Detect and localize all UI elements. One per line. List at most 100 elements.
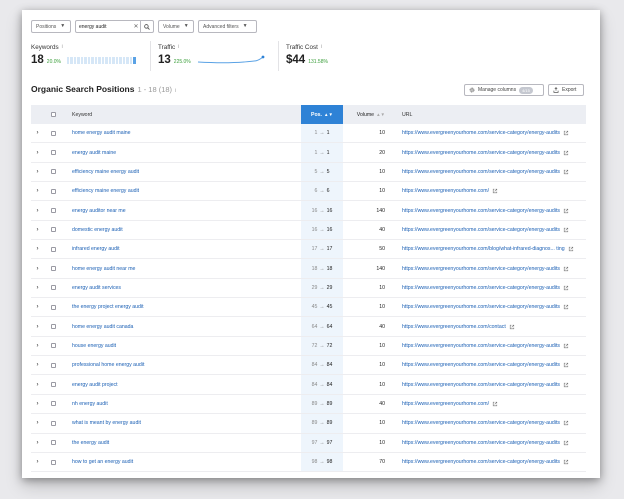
keyword-link[interactable]: professional home energy audit [63, 362, 301, 368]
info-icon[interactable]: i [321, 44, 322, 51]
keyword-link[interactable]: energy auditor near me [63, 208, 301, 214]
row-checkbox[interactable] [51, 440, 56, 446]
clear-search-icon[interactable]: ✕ [132, 23, 140, 30]
row-checkbox[interactable] [51, 459, 56, 465]
select-all-checkbox[interactable] [51, 112, 56, 117]
keyword-link[interactable]: domestic energy audit [63, 227, 301, 233]
manage-columns-button[interactable]: Manage columns 4/15 [464, 84, 544, 96]
keyword-link[interactable]: home energy audit maine [63, 130, 301, 136]
external-link-icon[interactable] [563, 382, 569, 388]
expand-row-icon[interactable]: › [31, 169, 44, 175]
expand-row-icon[interactable]: › [31, 440, 44, 446]
url-link[interactable]: https://www.evergreenyourhome.com/servic… [402, 227, 560, 233]
external-link-icon[interactable] [568, 246, 574, 252]
url-link[interactable]: https://www.evergreenyourhome.com/servic… [402, 382, 560, 388]
row-checkbox[interactable] [51, 169, 56, 175]
external-link-icon[interactable] [492, 188, 498, 194]
url-link[interactable]: https://www.evergreenyourhome.com/servic… [402, 130, 560, 136]
url-link[interactable]: https://www.evergreenyourhome.com/servic… [402, 420, 560, 426]
row-checkbox[interactable] [51, 266, 56, 272]
external-link-icon[interactable] [563, 208, 569, 214]
positions-filter-dropdown[interactable]: Positions ▼ [31, 20, 71, 33]
keyword-link[interactable]: home energy audit canada [63, 324, 301, 330]
external-link-icon[interactable] [563, 169, 569, 175]
keyword-link[interactable]: what is meant by energy audit [63, 420, 301, 426]
row-checkbox[interactable] [51, 324, 56, 330]
row-checkbox[interactable] [51, 150, 56, 156]
url-link[interactable]: https://www.evergreenyourhome.com/servic… [402, 440, 560, 446]
expand-row-icon[interactable]: › [31, 208, 44, 214]
external-link-icon[interactable] [492, 401, 498, 407]
url-link[interactable]: https://www.evergreenyourhome.com/servic… [402, 150, 560, 156]
keyword-link[interactable]: nh energy audit [63, 401, 301, 407]
keyword-link[interactable]: efficiency maine energy audit [63, 188, 301, 194]
pos-column-header[interactable]: Pos. ▲▼ [301, 105, 343, 124]
row-checkbox[interactable] [51, 304, 56, 310]
external-link-icon[interactable] [563, 227, 569, 233]
keyword-link[interactable]: infrared energy audit [63, 246, 301, 252]
url-link[interactable]: https://www.evergreenyourhome.com/servic… [402, 459, 560, 465]
url-link[interactable]: https://www.evergreenyourhome.com/servic… [402, 208, 560, 214]
keyword-link[interactable]: the energy project energy audit [63, 304, 301, 310]
row-checkbox[interactable] [51, 188, 56, 194]
row-checkbox[interactable] [51, 382, 56, 388]
row-checkbox[interactable] [51, 420, 56, 426]
url-link[interactable]: https://www.evergreenyourhome.com/servic… [402, 266, 560, 272]
keyword-column-header[interactable]: Keyword [63, 112, 301, 118]
external-link-icon[interactable] [563, 420, 569, 426]
expand-row-icon[interactable]: › [31, 150, 44, 156]
external-link-icon[interactable] [509, 324, 515, 330]
keyword-link[interactable]: efficiency maine energy audit [63, 169, 301, 175]
volume-filter-dropdown[interactable]: Volume ▼ [158, 20, 194, 33]
row-checkbox[interactable] [51, 362, 56, 368]
expand-row-icon[interactable]: › [31, 246, 44, 252]
external-link-icon[interactable] [563, 343, 569, 349]
keyword-link[interactable]: house energy audit [63, 343, 301, 349]
external-link-icon[interactable] [563, 285, 569, 291]
url-link[interactable]: https://www.evergreenyourhome.com/servic… [402, 304, 560, 310]
keyword-link[interactable]: the energy audit [63, 440, 301, 446]
advanced-filters-dropdown[interactable]: Advanced filters ▼ [198, 20, 257, 33]
row-checkbox[interactable] [51, 130, 56, 136]
external-link-icon[interactable] [563, 266, 569, 272]
row-checkbox[interactable] [51, 343, 56, 349]
url-link[interactable]: https://www.evergreenyourhome.com/servic… [402, 362, 560, 368]
expand-row-icon[interactable]: › [31, 420, 44, 426]
expand-row-icon[interactable]: › [31, 304, 44, 310]
keyword-link[interactable]: energy audit services [63, 285, 301, 291]
external-link-icon[interactable] [563, 440, 569, 446]
search-button[interactable] [140, 21, 152, 32]
expand-row-icon[interactable]: › [31, 382, 44, 388]
url-link[interactable]: https://www.evergreenyourhome.com/blog/w… [402, 246, 565, 252]
external-link-icon[interactable] [563, 130, 569, 136]
expand-row-icon[interactable]: › [31, 459, 44, 465]
expand-row-icon[interactable]: › [31, 188, 44, 194]
url-link[interactable]: https://www.evergreenyourhome.com/servic… [402, 343, 560, 349]
volume-column-header[interactable]: Volume ▲▼ [343, 112, 393, 118]
expand-row-icon[interactable]: › [31, 362, 44, 368]
expand-row-icon[interactable]: › [31, 266, 44, 272]
expand-row-icon[interactable]: › [31, 130, 44, 136]
export-button[interactable]: Export [548, 84, 584, 96]
external-link-icon[interactable] [563, 150, 569, 156]
keyword-link[interactable]: how to get an energy audit [63, 459, 301, 465]
expand-row-icon[interactable]: › [31, 343, 44, 349]
url-link[interactable]: https://www.evergreenyourhome.com/servic… [402, 169, 560, 175]
row-checkbox[interactable] [51, 227, 56, 233]
expand-row-icon[interactable]: › [31, 401, 44, 407]
keyword-link[interactable]: energy audit maine [63, 150, 301, 156]
info-icon[interactable]: i [178, 44, 179, 51]
external-link-icon[interactable] [563, 362, 569, 368]
expand-row-icon[interactable]: › [31, 227, 44, 233]
row-checkbox[interactable] [51, 246, 56, 252]
keyword-search-input[interactable] [76, 21, 132, 32]
url-link[interactable]: https://www.evergreenyourhome.com/servic… [402, 285, 560, 291]
row-checkbox[interactable] [51, 285, 56, 291]
url-link[interactable]: https://www.evergreenyourhome.com/ [402, 401, 489, 407]
external-link-icon[interactable] [563, 304, 569, 310]
info-icon[interactable]: i [175, 88, 176, 94]
keyword-link[interactable]: energy audit project [63, 382, 301, 388]
url-link[interactable]: https://www.evergreenyourhome.com/ [402, 188, 489, 194]
row-checkbox[interactable] [51, 401, 56, 407]
row-checkbox[interactable] [51, 208, 56, 214]
